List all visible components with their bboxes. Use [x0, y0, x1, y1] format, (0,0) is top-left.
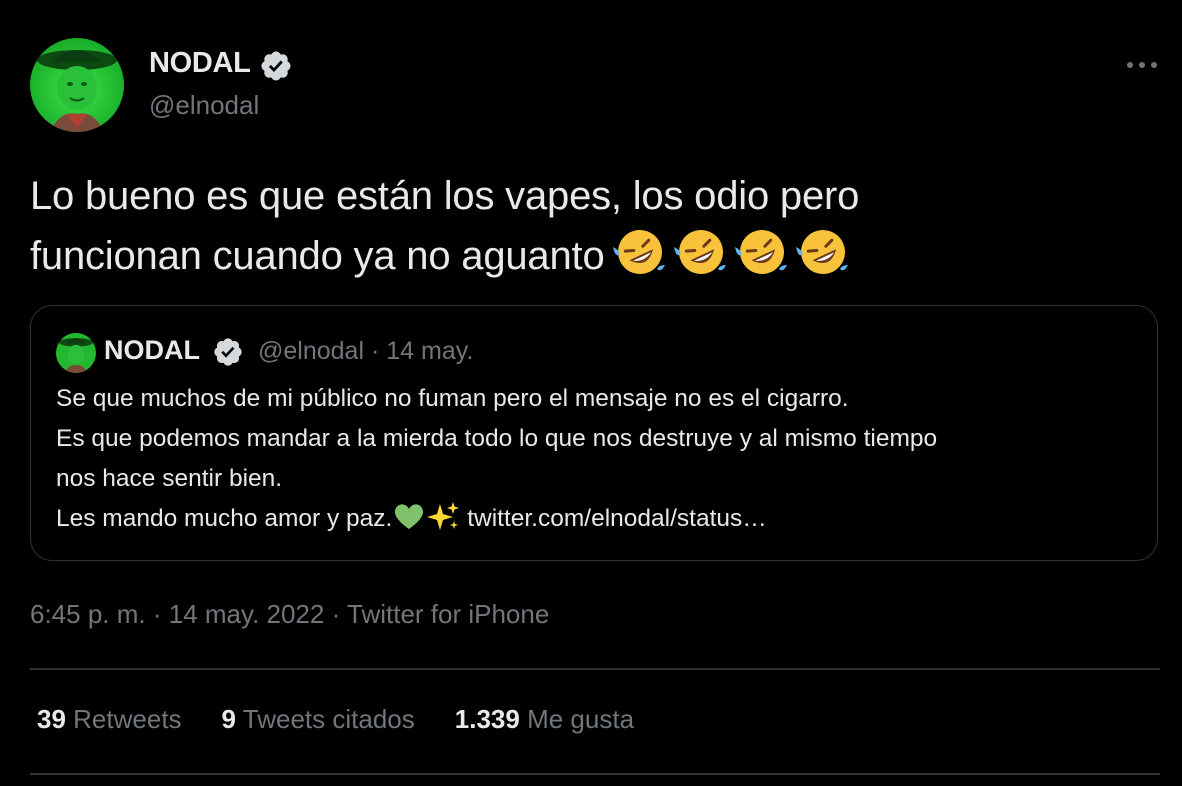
green-heart-icon — [395, 504, 424, 529]
quote-tweets-stat[interactable]: 9 Tweets citados — [222, 704, 415, 735]
divider — [30, 668, 1160, 670]
divider — [30, 773, 1160, 775]
quoted-text-line-4: Les mando mucho amor y paz. — [56, 505, 393, 532]
quoted-author-handle: @elnodal — [258, 337, 365, 365]
quote-tweets-label: Tweets citados — [242, 704, 415, 734]
rofl-emoji-icon — [673, 230, 726, 274]
author-avatar[interactable] — [30, 38, 124, 132]
tweet-text-line-1: Lo bueno es que están los vapes, los odi… — [30, 174, 860, 218]
tweet-meta: 6:45 p. m. · 14 may. 2022 · Twitter for … — [30, 599, 550, 629]
quoted-link[interactable]: twitter.com/elnodal/status… — [467, 505, 767, 532]
quoted-tweet-text: Se que muchos de mi público no fuman per… — [56, 379, 1146, 539]
author-name[interactable]: NODAL — [149, 47, 251, 80]
tweet-text-line-2: funcionan cuando ya no aguanto — [30, 225, 1150, 285]
quoted-text-line: Se que muchos de mi público no fuman per… — [56, 385, 849, 412]
sparkles-icon — [427, 502, 460, 530]
likes-stat[interactable]: 1.339 Me gusta — [455, 704, 634, 735]
tweet: NODAL @elnodal Lo bueno es que están los… — [0, 0, 1182, 786]
quoted-text-line-last: Les mando mucho amor y paz. twitter.com/… — [56, 499, 1146, 539]
emoji-row — [611, 225, 852, 277]
author-handle[interactable]: @elnodal — [149, 90, 259, 121]
quoted-date: 14 may. — [386, 337, 474, 365]
quoted-verified-badge-icon — [212, 336, 244, 368]
quoted-author-name: NODAL — [104, 335, 200, 365]
tweet-date[interactable]: 14 may. 2022 — [169, 599, 325, 629]
tweet-text: Lo bueno es que están los vapes, los odi… — [30, 168, 1150, 285]
quoted-text-line: Es que podemos mandar a la mierda todo l… — [56, 425, 938, 452]
tweet-stats: 39 Retweets 9 Tweets citados 1.339 Me gust… — [37, 704, 634, 735]
quoted-text-line: nos hace sentir bien. — [56, 465, 283, 492]
quoted-meta: @elnodal · 14 may. — [258, 337, 474, 365]
quoted-author-avatar — [56, 333, 96, 373]
likes-label: Me gusta — [527, 704, 635, 734]
retweets-label: Retweets — [73, 704, 182, 734]
tweet-text-line-2-text: funcionan cuando ya no aguanto — [30, 234, 605, 278]
likes-count: 1.339 — [454, 704, 520, 734]
verified-badge-icon — [259, 49, 293, 83]
tweet-source[interactable]: Twitter for iPhone — [347, 599, 549, 629]
quoted-tweet-card[interactable]: NODAL @elnodal · 14 may. Se que muchos d… — [30, 305, 1158, 561]
more-options-button[interactable] — [1122, 52, 1162, 78]
rofl-emoji-icon — [734, 230, 787, 274]
rofl-emoji-icon — [612, 230, 665, 274]
retweets-stat[interactable]: 39 Retweets — [37, 704, 182, 735]
more-options-icon — [1127, 62, 1157, 68]
retweets-count: 39 — [37, 704, 66, 734]
quote-tweets-count: 9 — [221, 704, 237, 734]
tweet-time[interactable]: 6:45 p. m. — [30, 599, 146, 629]
rofl-emoji-icon — [795, 230, 848, 274]
